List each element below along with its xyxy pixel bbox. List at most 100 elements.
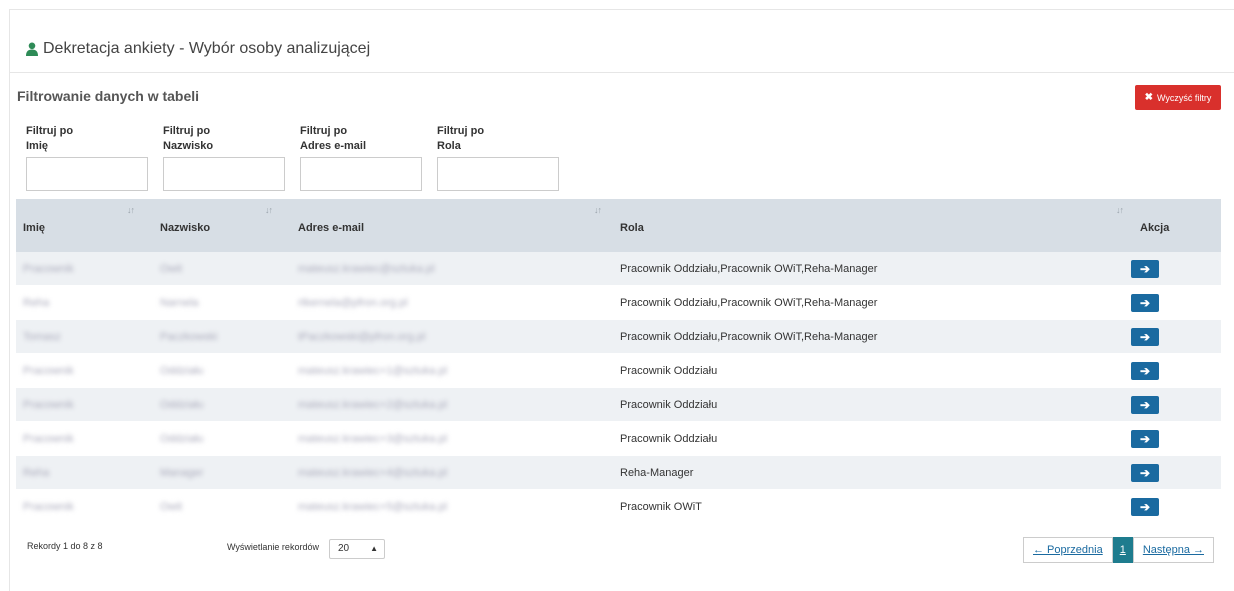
users-table: Imię ↓↑ Nazwisko ↓↑ Adres e-mail ↓↑ Rola…	[16, 199, 1221, 524]
cell-email: rtkernela@pfron.org.pl	[298, 297, 408, 309]
user-icon	[26, 42, 38, 56]
records-info: Rekordy 1 do 8 z 8	[27, 541, 103, 551]
select-person-button[interactable]: ➔	[1131, 464, 1159, 482]
column-header-nazwisko[interactable]: Nazwisko ↓↑	[153, 199, 280, 252]
column-header-rola[interactable]: Rola ↓↑	[613, 199, 1128, 252]
pagination: ← Poprzednia 1 Następna →	[1023, 537, 1214, 563]
arrow-right-icon: ➔	[1139, 330, 1151, 344]
table-row: Pracownik Owit mateusz.krawiec@sztuka.pl Pr…	[16, 252, 1221, 286]
table-row: Reha Manager mateusz.krawiec+4@sztuka.pl Re…	[16, 456, 1221, 490]
cell-rola: Pracownik Oddziału,Pracownik OWiT,Reha-M…	[620, 331, 878, 343]
select-person-button[interactable]: ➔	[1131, 498, 1159, 516]
arrow-right-icon: ➔	[1139, 500, 1151, 514]
filter-label-line1: Filtruj po	[300, 125, 348, 137]
cell-nazwisko: Owit	[160, 501, 182, 513]
filter-label-line1: Filtruj po	[437, 125, 485, 137]
cell-email: mateusz.krawiec+3@sztuka.pl	[298, 433, 448, 445]
filter-section-title: Filtrowanie danych w tabeli	[17, 88, 200, 104]
filter-nazwisko-input[interactable]	[163, 157, 285, 191]
filter-rola: Filtruj po Rola	[437, 124, 560, 191]
column-label: Rola	[620, 222, 644, 234]
filter-label: Filtruj po Rola	[437, 124, 560, 157]
cell-rola: Pracownik Oddziału	[620, 433, 718, 445]
column-header-imie[interactable]: Imię ↓↑	[16, 199, 143, 252]
cell-imie: Tomasz	[23, 331, 61, 343]
cell-rola: Pracownik Oddziału	[620, 399, 718, 411]
filter-label-line1: Filtruj po	[26, 125, 74, 137]
cell-rola: Pracownik Oddziału,Pracownik OWiT,Reha-M…	[620, 297, 878, 309]
filter-label-line2: Rola	[437, 140, 461, 152]
cell-nazwisko: Owit	[160, 263, 182, 275]
cell-imie: Reha	[23, 467, 50, 479]
cell-rola: Pracownik OWiT	[620, 501, 702, 513]
pagesize-value: 20	[338, 543, 350, 554]
table-body: Pracownik Owit mateusz.krawiec@sztuka.pl Pr…	[16, 252, 1221, 524]
pagesize-select[interactable]: 20 ▲	[329, 539, 385, 559]
clear-filters-button[interactable]: ✖ Wyczyść filtry	[1135, 85, 1221, 110]
filter-email-input[interactable]	[300, 157, 422, 191]
select-person-button[interactable]: ➔	[1131, 260, 1159, 278]
chevron-updown-icon: ▲	[370, 544, 378, 553]
table-footer: Rekordy 1 do 8 z 8 Wyświetlanie rekordów…	[16, 530, 1221, 563]
arrow-right-icon: ➔	[1139, 432, 1151, 446]
cell-imie: Pracownik	[23, 399, 74, 411]
cell-imie: Pracownik	[23, 501, 74, 513]
filter-rola-input[interactable]	[437, 157, 559, 191]
cell-imie: Reha	[23, 297, 50, 309]
sort-icon: ↓↑	[265, 205, 273, 215]
filter-label: Filtruj po Nazwisko	[163, 124, 286, 157]
arrow-right-icon: ➔	[1139, 364, 1151, 378]
panel-header: Dekretacja ankiety - Wybór osoby analizu…	[10, 10, 1234, 73]
column-header-email[interactable]: Adres e-mail ↓↑	[291, 199, 611, 252]
table-row: Pracownik Oddziału mateusz.krawiec+3@sztuk…	[16, 422, 1221, 456]
cell-rola: Reha-Manager	[620, 467, 694, 479]
sort-icon: ↓↑	[1116, 205, 1124, 215]
arrow-right-icon: ➔	[1139, 296, 1151, 310]
sort-icon: ↓↑	[127, 205, 135, 215]
cell-email: mateusz.krawiec+2@sztuka.pl	[298, 399, 448, 411]
cell-nazwisko: Narnela	[160, 297, 199, 309]
table-header: Imię ↓↑ Nazwisko ↓↑ Adres e-mail ↓↑ Rola…	[16, 199, 1221, 252]
arrow-right-icon: ➔	[1139, 466, 1151, 480]
select-person-button[interactable]: ➔	[1131, 362, 1159, 380]
cell-imie: Pracownik	[23, 263, 74, 275]
arrow-right-icon: ➔	[1139, 398, 1151, 412]
page-title-text: Dekretacja ankiety - Wybór osoby analizu…	[43, 40, 371, 57]
cell-nazwisko: Manager	[160, 467, 204, 479]
table-row: Tomasz Paczkowski tPaczkowski@pfron.org.pl…	[16, 320, 1221, 354]
cell-imie: Pracownik	[23, 433, 74, 445]
table-row: Pracownik Oddziału mateusz.krawiec+2@sztuk…	[16, 388, 1221, 422]
filter-imie-input[interactable]	[26, 157, 148, 191]
filter-label: Filtruj po Adres e-mail	[300, 124, 423, 157]
select-person-button[interactable]: ➔	[1131, 430, 1159, 448]
cell-email: mateusz.krawiec+1@sztuka.pl	[298, 365, 448, 377]
table-row: Pracownik Oddziału mateusz.krawiec+1@sztuk…	[16, 354, 1221, 388]
arrow-right-icon: ➔	[1139, 262, 1151, 276]
cell-email: tPaczkowski@pfron.org.pl	[298, 331, 426, 343]
filter-email: Filtruj po Adres e-mail	[300, 124, 423, 191]
select-person-button[interactable]: ➔	[1131, 328, 1159, 346]
filter-label-line2: Adres e-mail	[300, 140, 367, 152]
filter-label-line2: Nazwisko	[163, 140, 214, 152]
filter-label-line2: Imię	[26, 140, 49, 152]
close-icon: ✖	[1144, 92, 1153, 103]
page-title: Dekretacja ankiety - Wybór osoby analizu…	[26, 40, 370, 58]
cell-rola: Pracownik Oddziału,Pracownik OWiT,Reha-M…	[620, 263, 878, 275]
column-label: Akcja	[1140, 222, 1170, 234]
select-person-button[interactable]: ➔	[1131, 294, 1159, 312]
page-link-current[interactable]: 1	[1112, 537, 1133, 563]
cell-email: mateusz.krawiec+5@sztuka.pl	[298, 501, 448, 513]
cell-nazwisko: Oddziału	[160, 433, 204, 445]
cell-nazwisko: Paczkowski	[160, 331, 218, 343]
sort-icon: ↓↑	[594, 205, 602, 215]
prev-page-link[interactable]: ← Poprzednia	[1023, 537, 1113, 563]
column-label: Adres e-mail	[298, 222, 365, 234]
select-person-button[interactable]: ➔	[1131, 396, 1159, 414]
cell-rola: Pracownik Oddziału	[620, 365, 718, 377]
next-page-link[interactable]: Następna →	[1132, 537, 1214, 563]
pagesize-label: Wyświetlanie rekordów	[227, 542, 319, 552]
cell-email: mateusz.krawiec+4@sztuka.pl	[298, 467, 448, 479]
cell-imie: Pracownik	[23, 365, 74, 377]
cell-email: mateusz.krawiec@sztuka.pl	[298, 263, 435, 275]
filter-label: Filtruj po Imię	[26, 124, 149, 157]
